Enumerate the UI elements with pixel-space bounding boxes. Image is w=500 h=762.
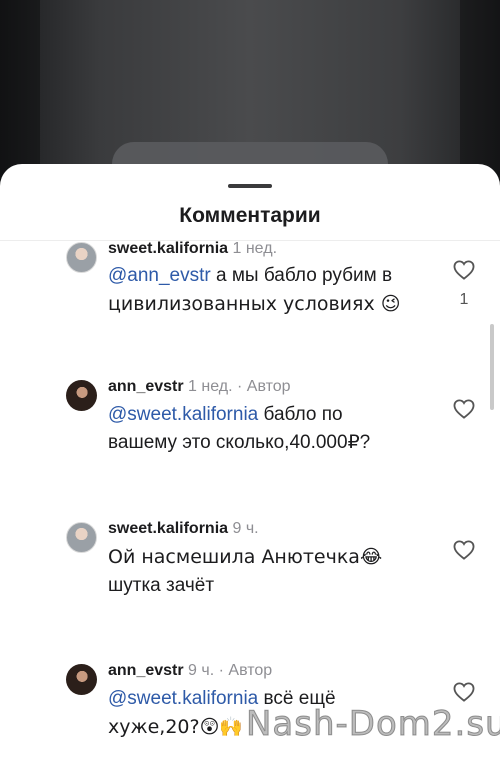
avatar[interactable] <box>66 242 97 273</box>
comment-text: Ой насмешила Анютечка😂 шутка зачёт <box>108 546 383 596</box>
author-badge: · Автор <box>237 378 291 395</box>
avatar[interactable] <box>66 664 97 695</box>
avatar[interactable] <box>66 380 97 411</box>
comment-mention[interactable]: @sweet.kalifornia <box>108 404 258 425</box>
comment-meta: ann_evstr 1 нед. · Автор <box>108 378 291 396</box>
comment-mention[interactable]: @ann_evstr <box>108 265 211 286</box>
like-count: 1 <box>459 291 469 308</box>
sheet-grabber[interactable] <box>228 184 272 188</box>
comment-item: ann_evstr 1 нед. · Автор @sweet.kaliforn… <box>0 376 500 466</box>
comment-meta: ann_evstr 9 ч. · Автор <box>108 662 272 680</box>
comment-time: 1 нед. <box>188 378 233 395</box>
sheet-title: Комментарии <box>179 204 321 227</box>
heart-outline-icon[interactable] <box>453 260 475 280</box>
comment-text: @ann_evstr а мы бабло рубим в цивилизова… <box>108 265 401 315</box>
comment-mention[interactable]: @sweet.kalifornia <box>108 688 258 709</box>
comment-time: 9 ч. <box>232 520 259 537</box>
comment-meta: sweet.kalifornia 9 ч. <box>108 520 259 538</box>
author-badge: · Автор <box>218 662 273 679</box>
comments-sheet: Комментарии sweet.kalifornia 1 нед. @ann… <box>0 164 500 762</box>
heart-outline-icon[interactable] <box>453 540 475 560</box>
comment-username[interactable]: sweet.kalifornia <box>108 240 228 257</box>
comment-item: sweet.kalifornia 9 ч. Ой насмешила Анюте… <box>0 518 500 608</box>
comment-item: sweet.kalifornia 1 нед. @ann_evstr а мы … <box>0 238 500 328</box>
comment-time: 1 нед. <box>232 240 278 257</box>
comment-meta: sweet.kalifornia 1 нед. <box>108 240 277 258</box>
comment-username[interactable]: ann_evstr <box>108 378 184 395</box>
heart-outline-icon[interactable] <box>453 682 475 702</box>
comment-username[interactable]: ann_evstr <box>108 662 184 679</box>
watermark: Nash-Dom2.su <box>246 704 500 745</box>
comment-time: 9 ч. <box>188 662 215 679</box>
heart-outline-icon[interactable] <box>453 399 475 419</box>
comment-text: @sweet.kalifornia бабло по вашему это ск… <box>108 404 371 453</box>
comment-username[interactable]: sweet.kalifornia <box>108 520 228 537</box>
avatar[interactable] <box>66 522 97 553</box>
